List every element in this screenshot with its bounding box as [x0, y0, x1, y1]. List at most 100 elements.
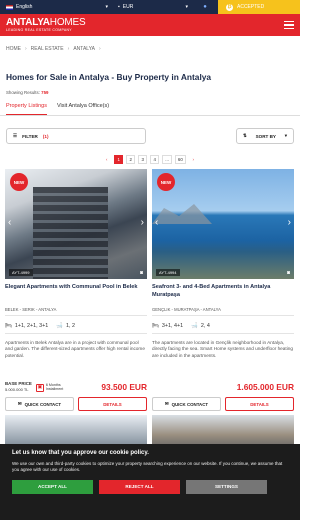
rooms-value: 3+1, 4+1 [161, 323, 184, 329]
uk-flag-icon [6, 4, 13, 10]
site-header: ANTALYAHOMES LEADING REAL ESTATE COMPANY [0, 14, 300, 36]
sort-button[interactable]: ⇅ SORT BY ▾ [236, 128, 294, 144]
price-row: BASE PRICE 5.000.000 TL ▣ 6 Months Insta… [5, 370, 147, 392]
bath-icon: 🛁 [191, 323, 198, 329]
quick-contact-label: QUICK CONTACT [171, 401, 209, 407]
pagination-next[interactable]: › [189, 155, 198, 164]
chevron-right-icon[interactable]: › [141, 217, 144, 228]
results-count: Showing Results: 759 [0, 82, 300, 95]
listing-code: AYT-4994 [156, 269, 180, 276]
pagination-page[interactable]: 1 [114, 155, 124, 164]
listing-location: BELEK - SERIK - ANTALYA [5, 305, 147, 316]
listing-description: Apartments in Belek Antalya are in a pro… [5, 340, 145, 358]
listing-card: NEW ‹ › AYT-4994 ◙ Seafront 3- and 4-Bed… [152, 169, 294, 411]
bed-icon: 🛏 [5, 323, 12, 329]
chevron-right-icon: › [25, 46, 27, 52]
price-row: 1.605.000 EUR [152, 370, 294, 392]
language-label: English [16, 4, 33, 10]
rooms-spec: 🛏 3+1, 4+1 [152, 323, 183, 329]
quick-contact-label: QUICK CONTACT [24, 401, 62, 407]
chevron-left-icon[interactable]: ‹ [155, 217, 158, 228]
chevron-right-icon[interactable]: › [288, 217, 291, 228]
sort-icon: ⇅ [243, 133, 247, 138]
listing-price: 93.500 EUR [101, 382, 147, 392]
tab-visit-office[interactable]: Visit Antalya Office(s) [57, 103, 109, 115]
filter-button[interactable]: ☰ FILTER (1) [6, 128, 146, 144]
breadcrumb-antalya[interactable]: ANTALYA [73, 46, 95, 52]
listing-specs: 🛏 1+1, 2+1, 3+1 🛁 1, 2 [5, 316, 147, 334]
site-logo[interactable]: ANTALYAHOMES LEADING REAL ESTATE COMPANY [6, 16, 86, 33]
listing-photo[interactable]: NEW ‹ › AYT-4994 ◙ [152, 169, 294, 279]
listing-grid: NEW ‹ › AYT-4999 ◙ Elegant Apartments wi… [5, 169, 295, 411]
listing-card: NEW ‹ › AYT-4999 ◙ Elegant Apartments wi… [5, 169, 147, 411]
bitcoin-icon: ₿ [226, 3, 233, 11]
bed-icon: 🛏 [152, 323, 159, 329]
accepted-label: ACCEPTED [237, 4, 265, 10]
chevron-left-icon[interactable]: ‹ [8, 217, 11, 228]
filter-bar: ☰ FILTER (1) ⇅ SORT BY ▾ [0, 116, 300, 144]
breadcrumb-real-estate[interactable]: REAL ESTATE [31, 46, 64, 52]
breadcrumb: HOME › REAL ESTATE › ANTALYA › [0, 36, 300, 52]
filter-icon: ☰ [13, 133, 18, 138]
currency-selector[interactable]: ▪ EUR ▾ [112, 4, 192, 10]
base-price: BASE PRICE 5.000.000 TL [5, 381, 32, 392]
filter-label: FILTER [22, 133, 38, 139]
listing-specs: 🛏 3+1, 4+1 🛁 2, 4 [152, 316, 294, 334]
listing-title[interactable]: Seafront 3- and 4-Bed Apartments in Anta… [152, 279, 294, 305]
mail-icon: ✉ [17, 401, 22, 406]
listing-actions: ✉ QUICK CONTACT DETAILS [5, 392, 147, 411]
reject-all-button[interactable]: REJECT ALL [99, 479, 180, 494]
installment-label: 6 Months Installment [45, 383, 64, 391]
listing-location: GENÇLIK - MURATPAŞA - ANTALYA [152, 305, 294, 316]
chevron-down-icon: ▾ [185, 4, 188, 10]
mail-icon: ✉ [164, 401, 169, 406]
new-badge: NEW [157, 173, 175, 191]
top-bar: English ▾ ▪ EUR ▾ ● ₿ ACCEPTED [0, 0, 300, 14]
rooms-value: 1+1, 2+1, 3+1 [14, 323, 49, 329]
page-title: Homes for Sale in Antalya - Buy Property… [6, 72, 212, 82]
pagination-page[interactable]: 2 [126, 155, 136, 164]
quick-contact-button[interactable]: ✉ QUICK CONTACT [5, 397, 74, 411]
camera-icon: ◙ [139, 270, 143, 276]
currency-label: EUR [122, 4, 134, 10]
logo-accent: HOMES [49, 16, 86, 28]
listing-title[interactable]: Elegant Apartments with Communal Pool in… [5, 279, 147, 305]
results-number: 759 [41, 90, 49, 95]
quick-contact-button[interactable]: ✉ QUICK CONTACT [152, 397, 221, 411]
installment-info: ▣ 6 Months Installment [35, 383, 76, 392]
menu-icon[interactable] [278, 14, 300, 36]
baths-value: 1, 2 [66, 323, 75, 329]
details-button[interactable]: DETAILS [225, 397, 294, 411]
currency-icon: ▪ [118, 4, 120, 10]
new-badge: NEW [10, 173, 28, 191]
cookie-title: Let us know that you approve our cookie … [12, 450, 149, 456]
chevron-right-icon: › [67, 46, 70, 52]
pagination: ‹ 1 2 3 4 ... 60 › [0, 144, 300, 164]
chevron-down-icon: ▾ [284, 133, 287, 138]
baths-spec: 🛁 2, 4 [191, 323, 210, 329]
chevron-down-icon: ▾ [105, 4, 108, 10]
baths-spec: 🛁 1, 2 [56, 323, 75, 329]
cookie-banner: Let us know that you approve our cookie … [0, 444, 300, 520]
base-price-value: 5.000.000 TL [5, 386, 29, 392]
user-icon[interactable]: ● [192, 4, 218, 10]
cookie-settings-button[interactable]: SETTINGS [186, 479, 267, 494]
accepted-badge[interactable]: ₿ ACCEPTED [218, 0, 300, 14]
rooms-spec: 🛏 1+1, 2+1, 3+1 [5, 323, 48, 329]
pagination-prev[interactable]: ‹ [102, 155, 111, 164]
tab-property-listings[interactable]: Property Listings [6, 103, 47, 115]
language-selector[interactable]: English ▾ [0, 4, 112, 10]
pagination-page[interactable]: 60 [174, 155, 186, 164]
cookie-actions: ACCEPT ALL REJECT ALL SETTINGS [12, 479, 288, 494]
pagination-page[interactable]: 4 [150, 155, 160, 164]
installment-icon: ▣ [35, 384, 44, 392]
listing-photo[interactable]: NEW ‹ › AYT-4999 ◙ [5, 169, 147, 279]
listing-actions: ✉ QUICK CONTACT DETAILS [152, 392, 294, 411]
pagination-page[interactable]: 3 [138, 155, 148, 164]
details-button[interactable]: DETAILS [78, 397, 147, 411]
results-label: Showing Results: [6, 90, 40, 95]
breadcrumb-home[interactable]: HOME [6, 46, 21, 52]
accept-all-button[interactable]: ACCEPT ALL [12, 479, 93, 494]
tab-bar: Property Listings Visit Antalya Office(s… [0, 95, 300, 116]
logo-tagline: LEADING REAL ESTATE COMPANY [6, 27, 72, 32]
